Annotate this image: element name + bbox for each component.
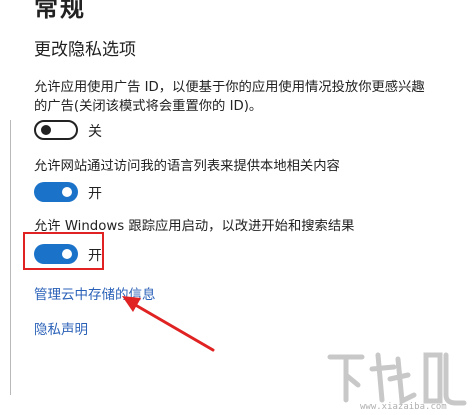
arrow-head: [122, 296, 141, 312]
watermark-site: www.xiazaiba.com: [360, 402, 447, 412]
arrow-shaft: [130, 301, 215, 352]
watermark-glyph-2: [369, 352, 417, 405]
watermark-glyph-3: [423, 352, 467, 406]
watermark-glyph-1: [327, 354, 365, 403]
